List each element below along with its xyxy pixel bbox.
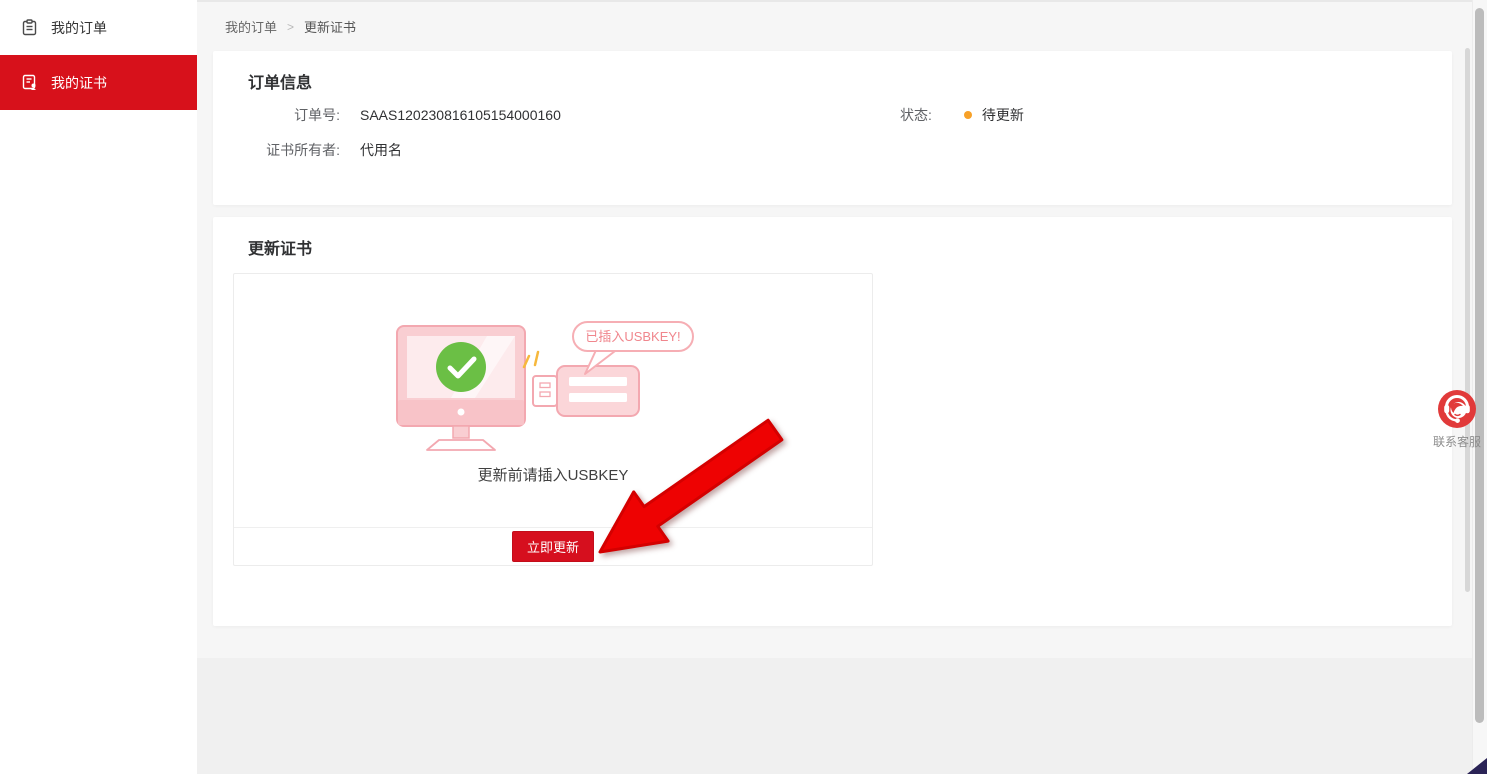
page-scrollbar-track[interactable] [1472, 0, 1487, 774]
clipboard-icon [21, 19, 38, 36]
status-label: 状态: [900, 105, 932, 125]
sidebar-item-orders[interactable]: 我的订单 [0, 0, 197, 55]
checkmark-icon [436, 342, 486, 392]
usbkey-illustration: 已插入USBKEY! 更新前请插入USBKEY [234, 274, 872, 527]
order-number-label: 订单号: [213, 105, 340, 125]
customer-service-icon [1438, 390, 1476, 428]
status-value: 待更新 [982, 105, 1024, 125]
sidebar-item-certificates[interactable]: 我的证书 [0, 55, 197, 110]
page-scrollbar-thumb[interactable] [1475, 8, 1484, 723]
main-content: 我的订单 > 更新证书 订单信息 订单号: SAAS12023081610515… [197, 0, 1487, 774]
update-cert-card: 更新证书 [213, 217, 1452, 626]
sidebar-item-label: 我的证书 [51, 73, 107, 93]
contact-support-widget[interactable]: 联系客服 [1429, 390, 1485, 450]
content-container: 我的订单 > 更新证书 订单信息 订单号: SAAS12023081610515… [197, 0, 1487, 658]
usbkey-panel: 已插入USBKEY! 更新前请插入USBKEY 立即更新 [233, 273, 873, 566]
certificate-icon [21, 74, 38, 91]
cert-owner-label: 证书所有者: [213, 140, 340, 160]
sidebar: 我的订单 我的证书 [0, 0, 197, 774]
order-info-card: 订单信息 订单号: SAAS120230816105154000160 状态: … [213, 51, 1452, 205]
bubble-text: 已插入USBKEY! [585, 329, 680, 344]
sidebar-item-label: 我的订单 [51, 18, 107, 38]
breadcrumb-current-page: 更新证书 [304, 17, 356, 36]
order-number-value: SAAS120230816105154000160 [360, 105, 561, 125]
breadcrumb-orders-link[interactable]: 我的订单 [225, 17, 277, 36]
cert-owner-value: 代用名 [360, 140, 402, 160]
order-card-title: 订单信息 [213, 51, 1452, 93]
contact-support-label: 联系客服 [1433, 433, 1481, 450]
content-scrollbar-thumb[interactable] [1465, 48, 1470, 592]
monitor-usbkey-illustration: 已插入USBKEY! [383, 318, 723, 458]
button-row: 立即更新 [234, 527, 872, 565]
breadcrumb: 我的订单 > 更新证书 [197, 2, 1487, 51]
app-window: 我的订单 我的证书 我的订单 > 更新证书 订单信 [0, 0, 1487, 774]
update-card-title: 更新证书 [213, 217, 1452, 259]
breadcrumb-separator: > [287, 20, 294, 34]
corner-decoration [1467, 758, 1487, 774]
usbkey-caption: 更新前请插入USBKEY [478, 464, 629, 485]
status-dot [964, 111, 972, 119]
update-now-button[interactable]: 立即更新 [512, 531, 594, 562]
